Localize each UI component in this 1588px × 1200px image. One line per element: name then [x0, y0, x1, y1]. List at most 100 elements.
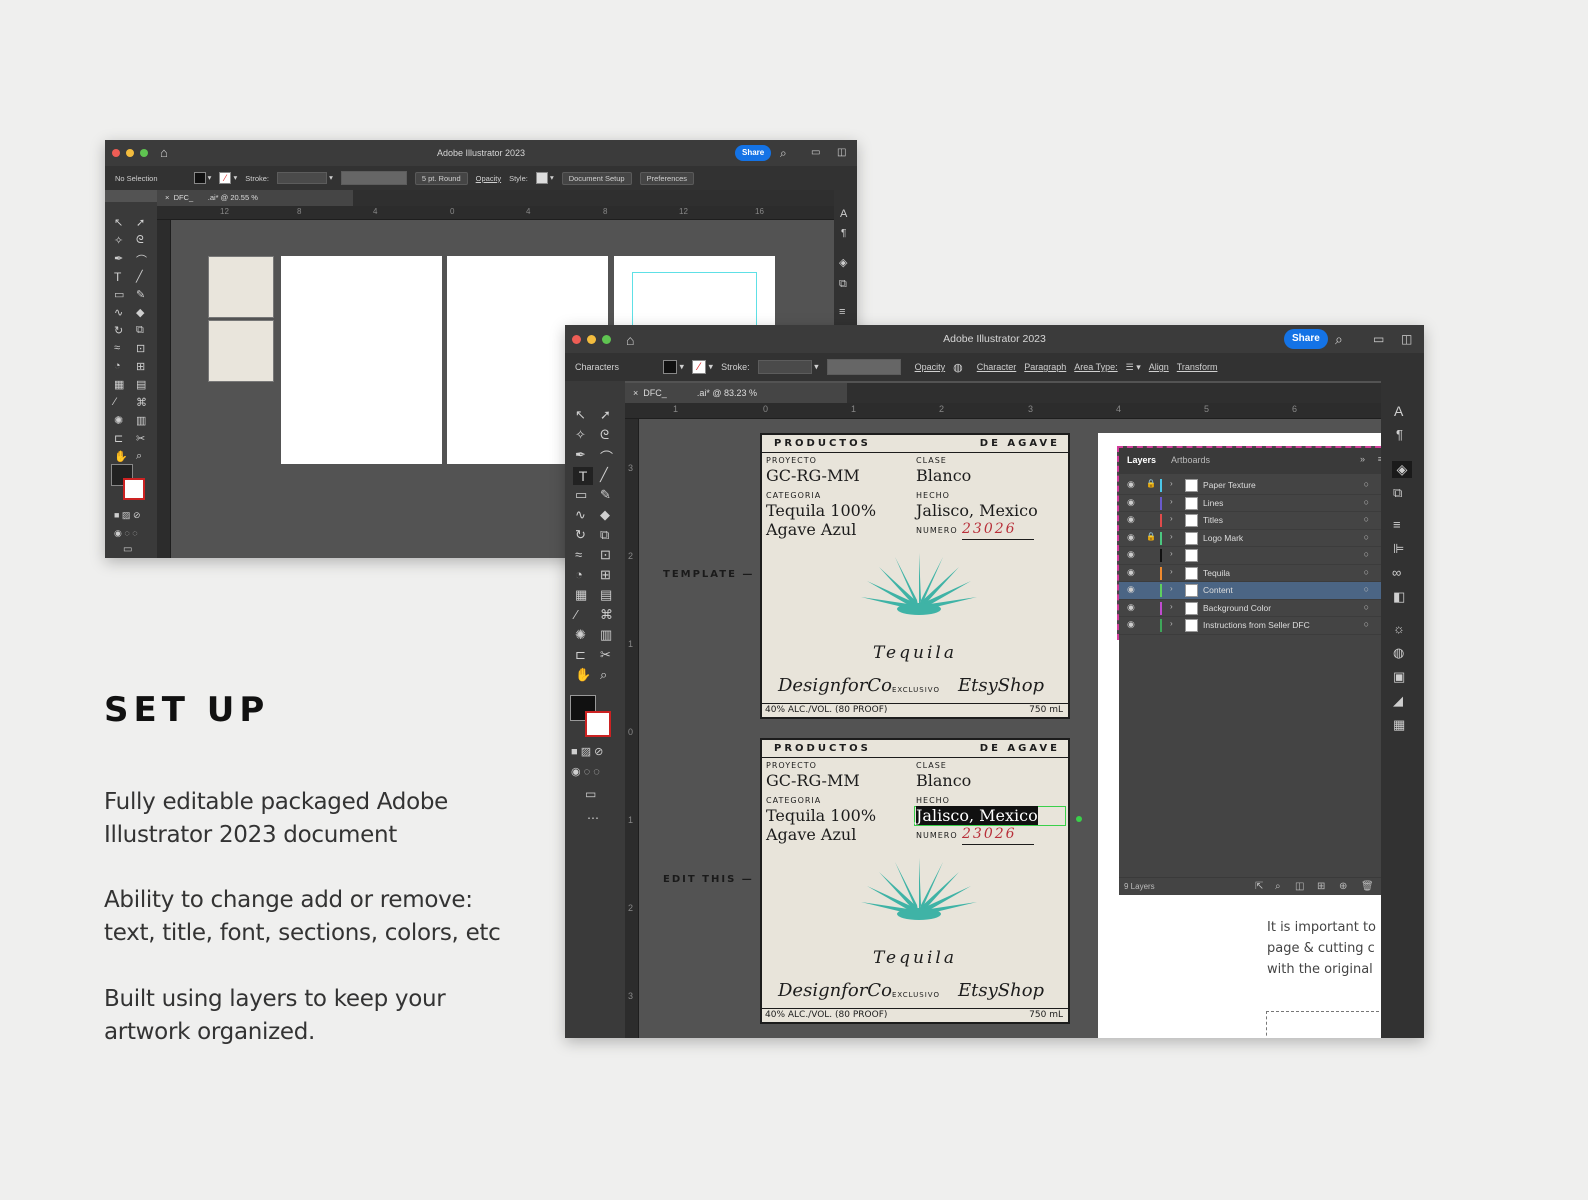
align-link[interactable]: Align — [1149, 362, 1169, 372]
rectangle-tool-icon[interactable]: ▭ — [114, 288, 124, 301]
target-circle-icon[interactable]: ○ — [1364, 532, 1369, 542]
categoria-value-2[interactable]: Agave Azul — [766, 825, 856, 844]
shaper-tool-icon[interactable]: ∿ — [114, 306, 123, 319]
selection-tool-icon[interactable]: ↖ — [114, 216, 123, 229]
layer-name[interactable]: Logo Mark — [1203, 533, 1243, 543]
zoom-tool-icon[interactable]: ⌕ — [136, 450, 142, 463]
expand-chevron-icon[interactable]: › — [1170, 479, 1173, 488]
expand-chevron-icon[interactable]: › — [1170, 549, 1173, 558]
character-panel-icon[interactable]: A — [1394, 403, 1403, 419]
target-circle-icon[interactable]: ○ — [1364, 497, 1369, 507]
volume-text[interactable]: 750 mL — [1029, 1010, 1063, 1020]
tab-layers[interactable]: Layers — [1127, 455, 1156, 465]
collapse-panel-icon[interactable]: » — [1360, 454, 1365, 464]
paintbrush-tool-icon[interactable]: ✎ — [136, 288, 145, 301]
warp-tool-icon[interactable]: ≈ — [575, 547, 582, 562]
target-circle-icon[interactable]: ○ — [1364, 479, 1369, 489]
brush-dropdown[interactable]: 5 pt. Round — [414, 171, 468, 185]
color-mode-icon[interactable]: ■ ▨ ⊘ — [114, 510, 140, 521]
new-layer-icon[interactable]: ⊕ — [1339, 881, 1347, 892]
gradient-panel-icon[interactable]: ◢ — [1393, 693, 1403, 709]
stroke-weight-field[interactable] — [757, 360, 812, 374]
color-mode-icon[interactable]: ■ ▨ ⊘ — [571, 745, 603, 758]
screen-mode-icon[interactable]: ▭ — [123, 544, 132, 555]
screen-mode-icon[interactable]: ▭ — [585, 787, 596, 801]
scale-tool-icon[interactable]: ⧉ — [600, 527, 609, 543]
transform-link[interactable]: Transform — [1177, 362, 1218, 372]
hand-tool-icon[interactable]: ✋ — [114, 450, 128, 463]
character-link[interactable]: Character — [977, 362, 1017, 372]
minimize-window-button[interactable] — [126, 149, 134, 157]
color-panel-icon[interactable]: ◍ — [1393, 645, 1404, 661]
variable-width-field[interactable] — [826, 359, 901, 375]
share-button[interactable]: Share — [1284, 329, 1328, 349]
layer-row[interactable]: ◉ › Tequila ○ — [1119, 565, 1389, 582]
visibility-eye-icon[interactable]: ◉ — [1127, 567, 1135, 578]
stroke-weight-field[interactable] — [277, 172, 328, 184]
layer-row[interactable]: ◉ 🔒 › Logo Mark ○ — [1119, 530, 1389, 547]
shaper-tool-icon[interactable]: ∿ — [575, 507, 586, 523]
warp-tool-icon[interactable]: ≈ — [114, 342, 120, 354]
graph-tool-icon[interactable]: ▥ — [136, 414, 146, 427]
hand-tool-icon[interactable]: ✋ — [575, 667, 591, 683]
stroke-color-box[interactable] — [123, 478, 145, 500]
search-icon[interactable]: ⌕ — [780, 140, 787, 166]
layer-row[interactable]: ◉ › Lines ○ — [1119, 495, 1389, 512]
expand-chevron-icon[interactable]: › — [1170, 514, 1173, 523]
paragraph-panel-icon[interactable]: ¶ — [1396, 427, 1403, 442]
categoria-value-1[interactable]: Tequila 100% — [766, 806, 876, 825]
close-window-button[interactable] — [112, 149, 120, 157]
rectangle-tool-icon[interactable]: ▭ — [575, 487, 587, 503]
symbol-sprayer-tool-icon[interactable]: ✺ — [575, 627, 586, 643]
abv-text[interactable]: 40% ALC./VOL. (80 PROOF) — [765, 1010, 887, 1020]
expand-chevron-icon[interactable]: › — [1170, 497, 1173, 506]
eyedropper-tool-icon[interactable]: ⁄ — [114, 396, 116, 408]
blend-tool-icon[interactable]: ⌘ — [136, 396, 147, 409]
expand-chevron-icon[interactable]: › — [1170, 584, 1173, 593]
target-circle-icon[interactable]: ○ — [1364, 584, 1369, 594]
proyecto-value[interactable]: GC-RG-MM — [766, 771, 860, 790]
draw-mode-icon[interactable]: ◉ ◌ ◌ — [114, 528, 138, 539]
expand-chevron-icon[interactable]: › — [1170, 619, 1173, 628]
mesh-tool-icon[interactable]: ▦ — [575, 587, 587, 603]
layer-name[interactable]: Background Color — [1203, 603, 1271, 613]
pen-tool-icon[interactable]: ✒ — [114, 252, 123, 265]
search-icon[interactable]: ⌕ — [1335, 325, 1343, 353]
maximize-window-button[interactable] — [140, 149, 148, 157]
type-tool-icon[interactable]: T — [573, 467, 593, 485]
magic-wand-tool-icon[interactable]: ✧ — [575, 427, 586, 443]
stroke-swatch[interactable]: ⁄ — [219, 172, 232, 184]
artboard-tool-icon[interactable]: ⊏ — [575, 647, 586, 663]
links-panel-icon[interactable]: ∞ — [1392, 565, 1401, 580]
fill-swatch[interactable] — [193, 172, 206, 184]
lasso-tool-icon[interactable]: ᘓ — [136, 234, 144, 247]
visibility-eye-icon[interactable]: ◉ — [1127, 479, 1135, 490]
slice-tool-icon[interactable]: ✂ — [600, 647, 611, 663]
area-type-link[interactable]: Area Type: — [1074, 362, 1117, 372]
expand-chevron-icon[interactable]: › — [1170, 567, 1173, 576]
expand-chevron-icon[interactable]: › — [1170, 532, 1173, 541]
selection-tool-icon[interactable]: ↖ — [575, 407, 586, 423]
slice-tool-icon[interactable]: ✂ — [136, 432, 145, 445]
rotate-tool-icon[interactable]: ↻ — [114, 324, 123, 337]
direct-selection-tool-icon[interactable]: ➚ — [136, 216, 145, 229]
lasso-tool-icon[interactable]: ᘓ — [600, 427, 609, 443]
document-tab[interactable]: × DFC_ .ai* @ 20.55 % — [157, 190, 353, 206]
share-button[interactable]: Share — [735, 145, 772, 161]
gradient-tool-icon[interactable]: ▤ — [136, 378, 146, 391]
preferences-button[interactable]: Preferences — [639, 171, 695, 185]
pen-tool-icon[interactable]: ✒ — [575, 447, 586, 463]
fill-swatch[interactable] — [663, 360, 677, 374]
graph-tool-icon[interactable]: ▥ — [600, 627, 612, 643]
style-swatch[interactable] — [535, 172, 548, 184]
properties-panel-icon[interactable]: ≡ — [839, 306, 845, 318]
workspace-icon[interactable]: ▭ — [1373, 325, 1384, 353]
scale-tool-icon[interactable]: ⧉ — [136, 324, 144, 337]
clase-value[interactable]: Blanco — [916, 771, 971, 790]
lock-icon[interactable]: 🔒 — [1146, 532, 1156, 541]
appearance-panel-icon[interactable]: ☼ — [1393, 621, 1405, 636]
paintbrush-tool-icon[interactable]: ✎ — [600, 487, 611, 503]
more-tools-icon[interactable]: ⋯ — [587, 811, 599, 825]
artboards-panel-icon[interactable]: ⧉ — [1393, 485, 1402, 501]
zoom-tool-icon[interactable]: ⌕ — [600, 667, 607, 683]
